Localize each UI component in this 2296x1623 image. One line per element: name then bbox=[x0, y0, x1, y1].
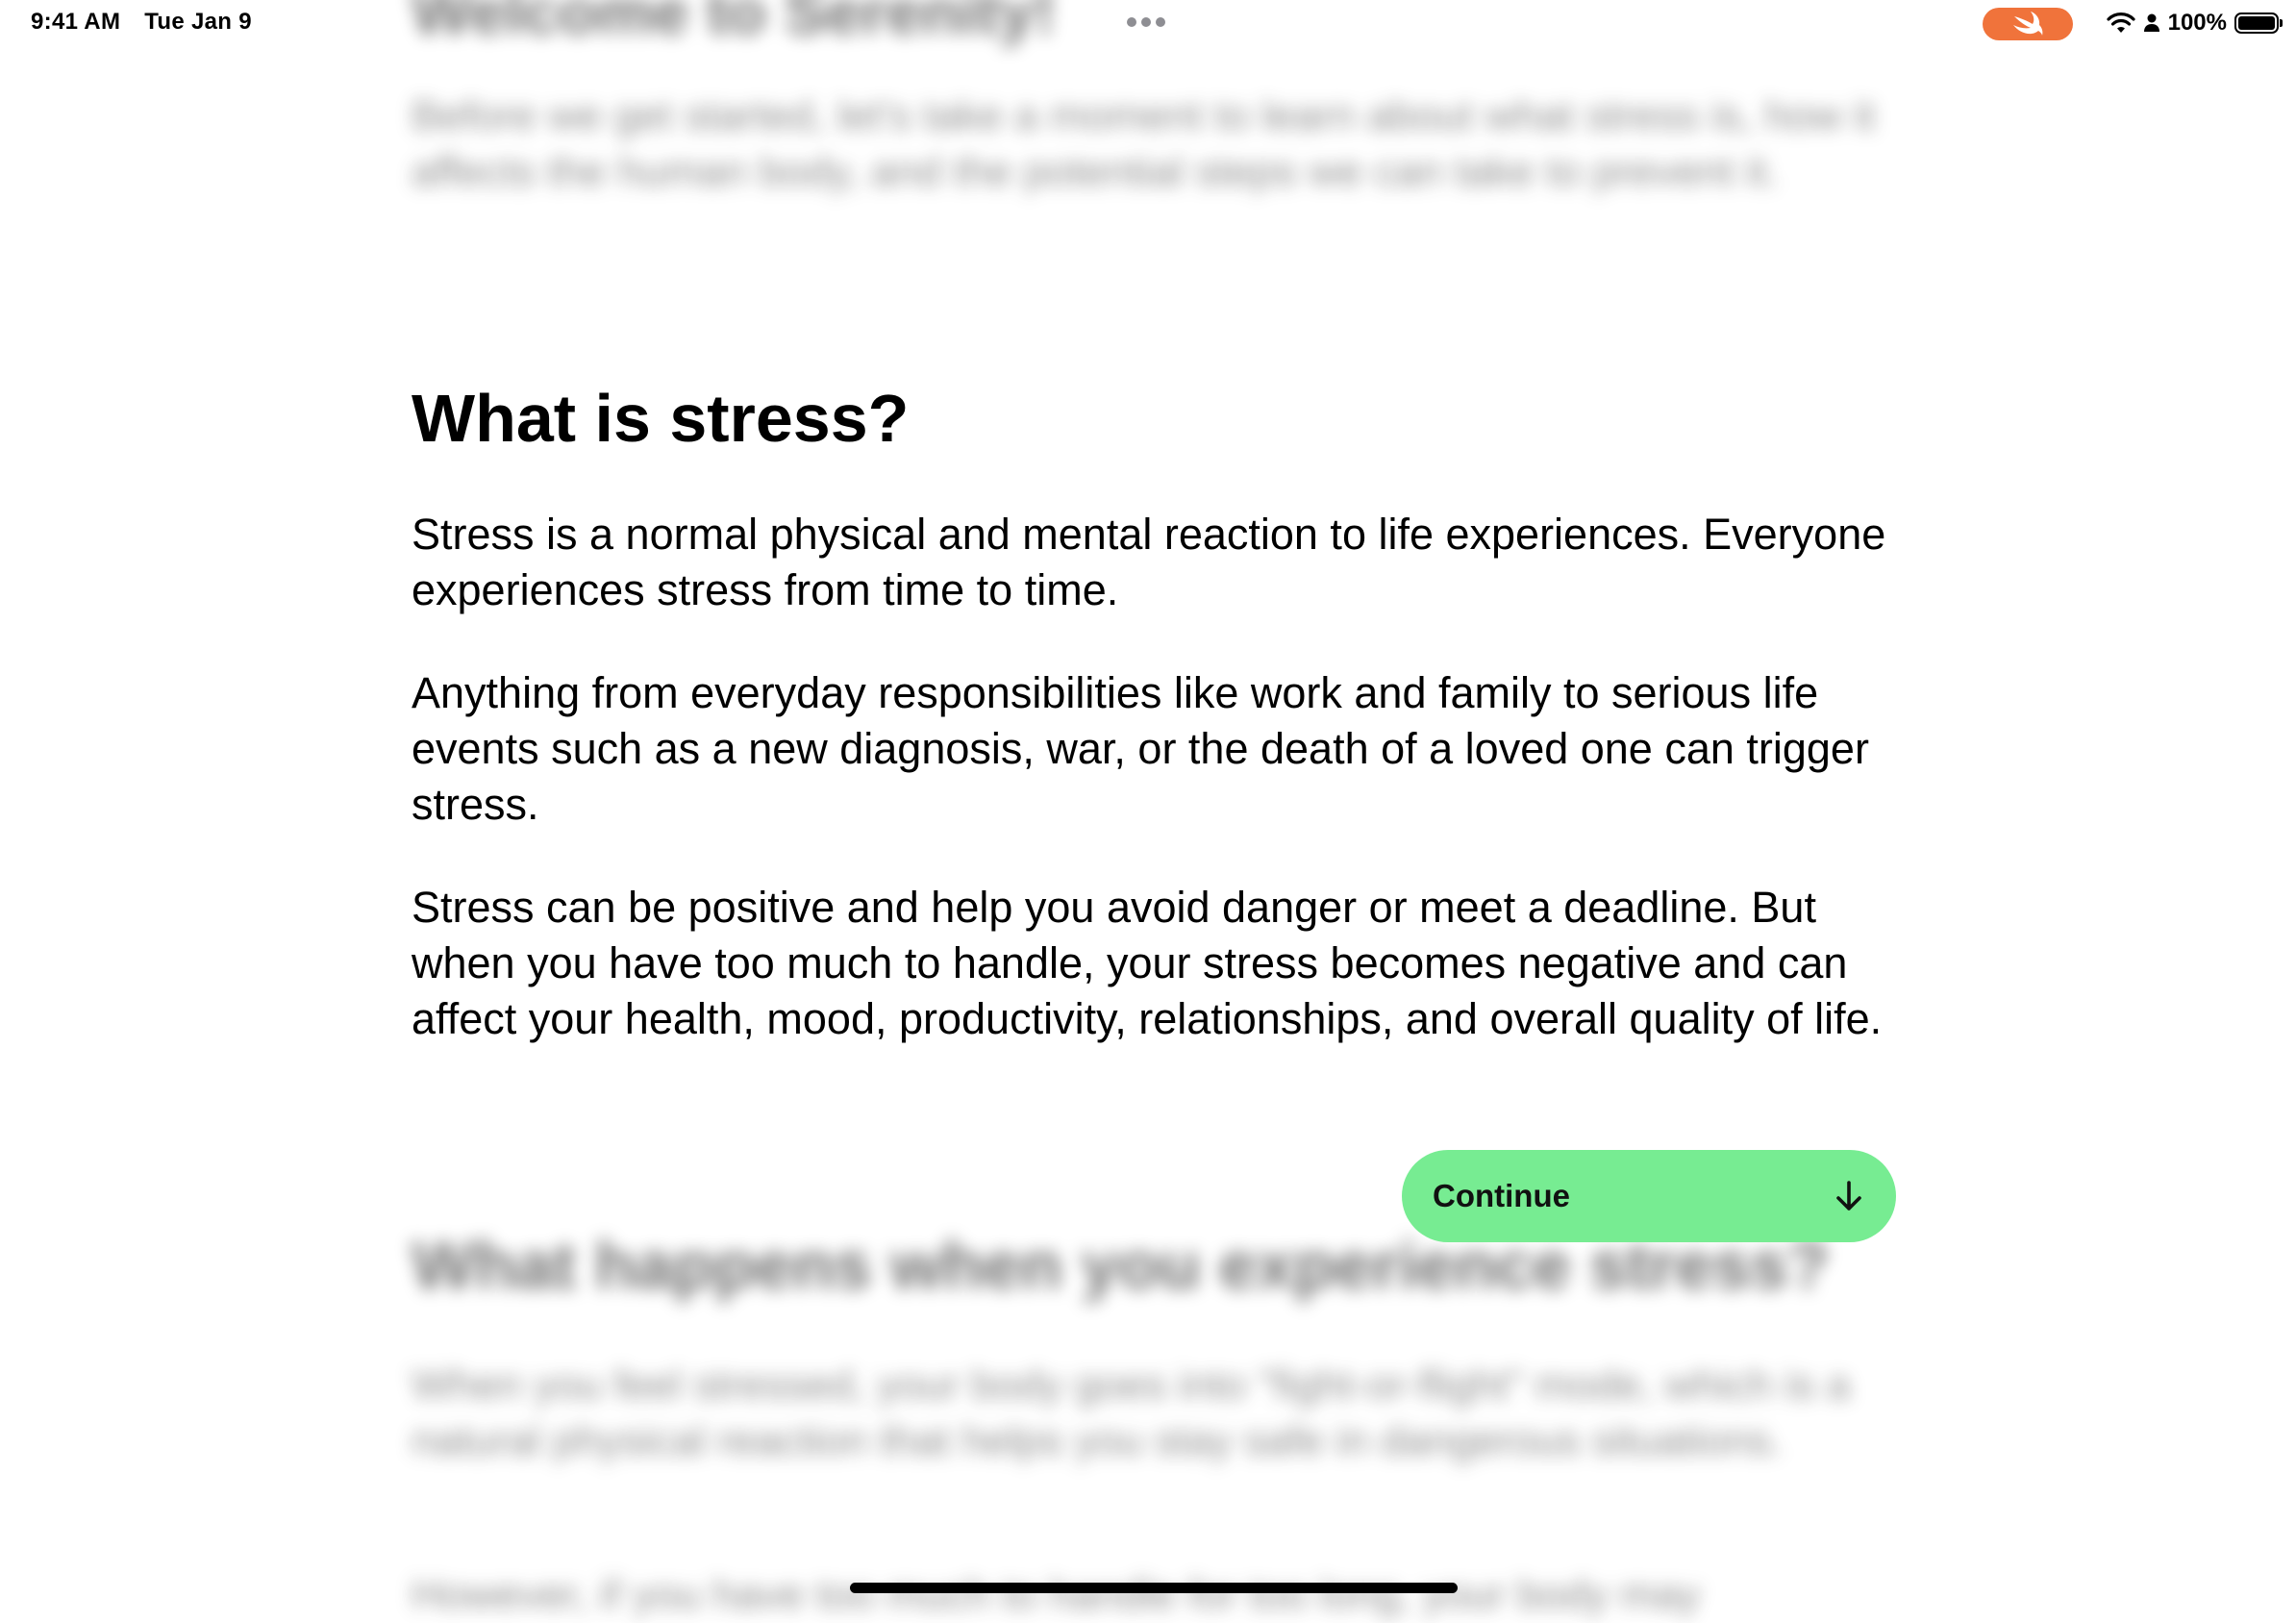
status-time-date: 9:41 AM Tue Jan 9 bbox=[31, 9, 252, 36]
multitasking-menu-icon[interactable] bbox=[1127, 17, 1165, 27]
next-section-paragraph: However, if you have too much to handle … bbox=[412, 1571, 1701, 1618]
arrow-down-icon bbox=[1836, 1181, 1861, 1211]
status-bar: 9:41 AM Tue Jan 9 100% bbox=[0, 0, 2296, 46]
status-indicators: 100% bbox=[2107, 8, 2283, 38]
continue-button[interactable]: Continue bbox=[1402, 1150, 1896, 1242]
swift-playgrounds-pill[interactable] bbox=[1983, 8, 2073, 40]
battery-fill bbox=[2238, 16, 2275, 30]
section-title: What is stress? bbox=[412, 381, 910, 456]
status-date: Tue Jan 9 bbox=[144, 9, 252, 35]
battery-percent: 100% bbox=[2167, 10, 2227, 36]
section-paragraph: Anything from everyday responsibilities … bbox=[412, 668, 1869, 829]
next-section-paragraph: When you feel stressed, your body goes i… bbox=[412, 1361, 1851, 1464]
continue-button-label: Continue bbox=[1433, 1178, 1570, 1213]
battery-icon bbox=[2234, 12, 2283, 34]
section-paragraph: Stress is a normal physical and mental r… bbox=[412, 510, 1886, 614]
swift-icon bbox=[2013, 12, 2043, 36]
person-icon bbox=[2143, 13, 2159, 32]
previous-section-text: Before we get started, let's take a mome… bbox=[412, 92, 1876, 195]
status-time: 9:41 AM bbox=[31, 9, 121, 35]
section-paragraph: Stress can be positive and help you avoi… bbox=[412, 883, 1883, 1043]
home-indicator[interactable] bbox=[850, 1583, 1458, 1593]
wifi-icon bbox=[2107, 12, 2135, 33]
